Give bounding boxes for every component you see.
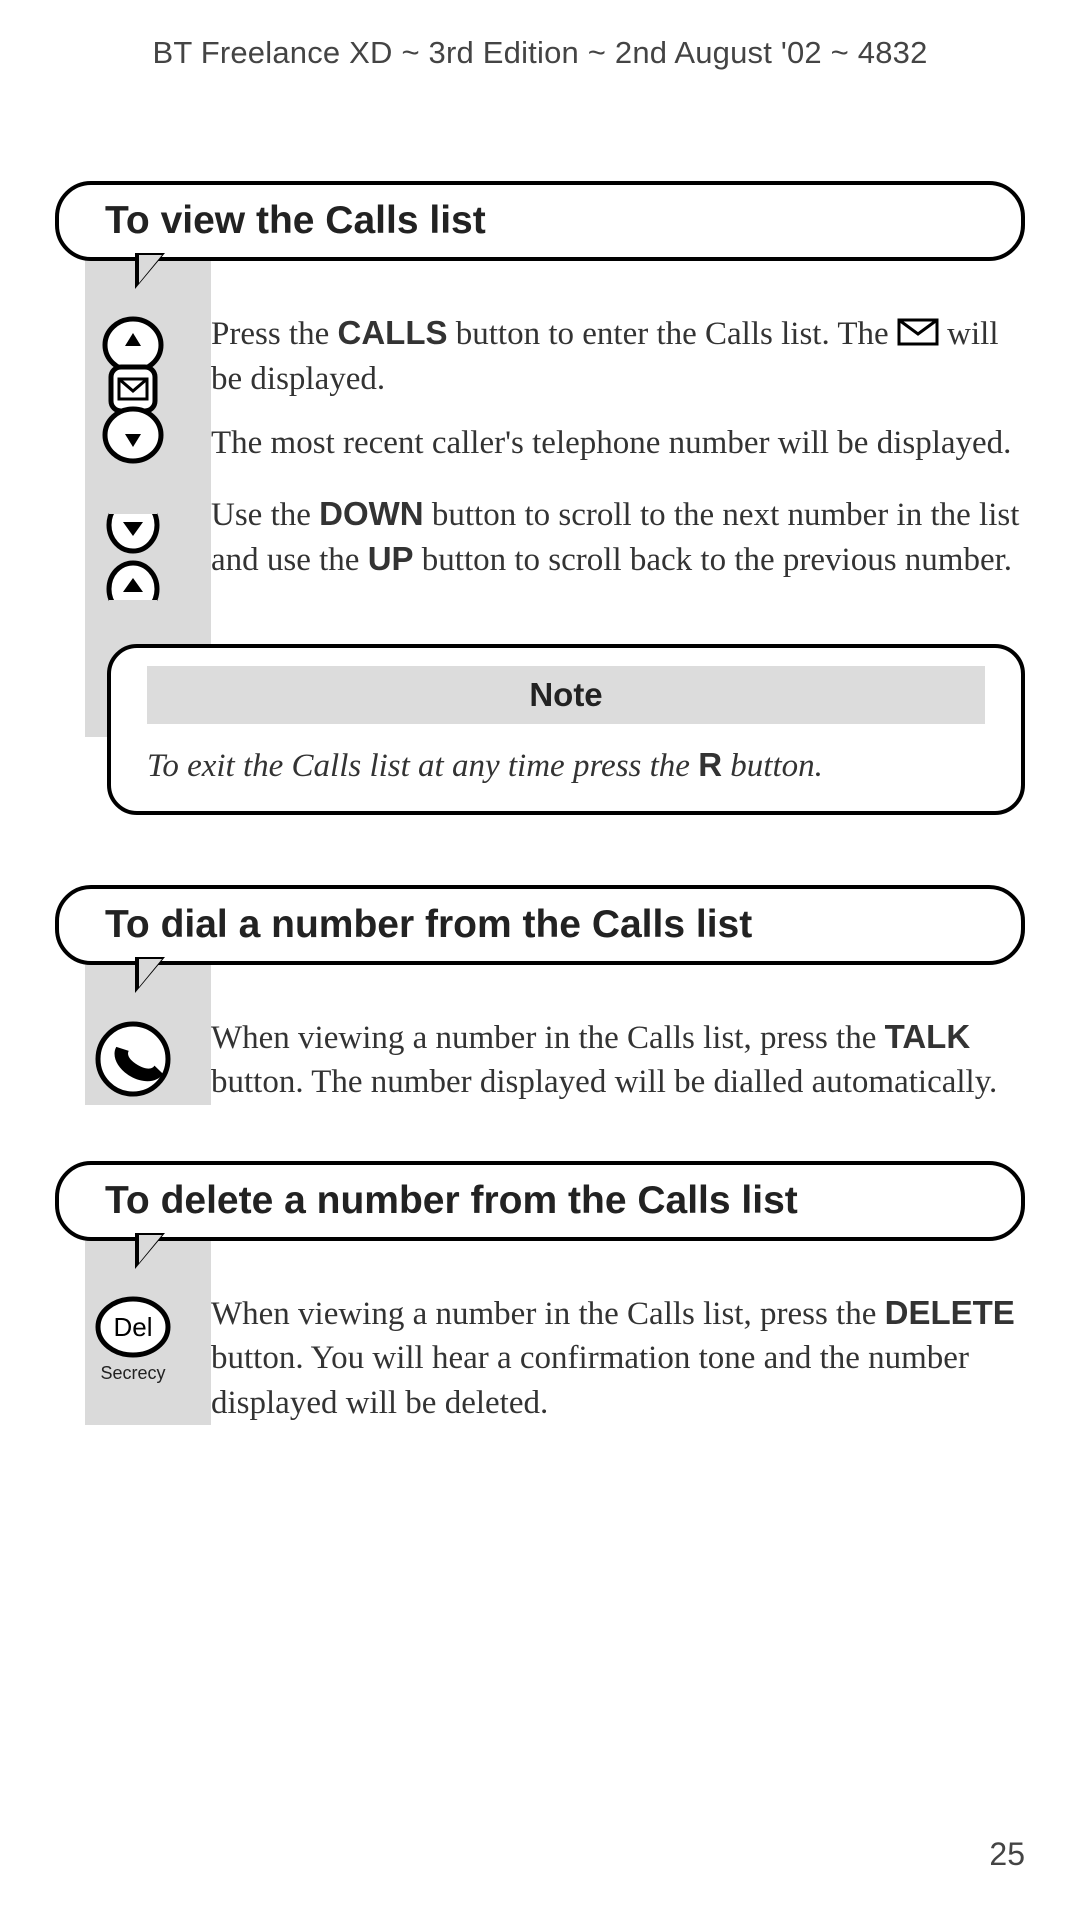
text-fragment: Use the (211, 497, 319, 533)
note-title: Note (147, 666, 985, 724)
section-title-pill: To view the Calls list (55, 181, 1025, 261)
note-wrap: Note To exit the Calls list at any time … (107, 644, 1025, 815)
del-label: Del (113, 1312, 152, 1342)
step-text: Press the CALLS button to enter the Call… (211, 311, 1025, 466)
step-row: Press the CALLS button to enter the Call… (55, 311, 1025, 466)
bold-fragment: DELETE (885, 1294, 1015, 1331)
section-dial: To dial a number from the Calls list Whe… (55, 885, 1025, 1105)
section-delete: To delete a number from the Calls list D… (55, 1161, 1025, 1426)
text-fragment: To exit the Calls list at any time press… (147, 748, 698, 784)
note-text: To exit the Calls list at any time press… (147, 746, 985, 785)
section-title: To dial a number from the Calls list (105, 903, 752, 947)
step-row: Del Secrecy When viewing a number in the… (55, 1291, 1025, 1426)
up-button-icon (104, 560, 162, 618)
step-text: When viewing a number in the Calls list,… (211, 1291, 1025, 1426)
icon-col (55, 492, 211, 618)
section-title-pill: To delete a number from the Calls list (55, 1161, 1025, 1241)
bold-fragment: DOWN (319, 495, 423, 532)
section-title: To delete a number from the Calls list (105, 1179, 798, 1223)
note-box: Note To exit the Calls list at any time … (107, 644, 1025, 815)
text-fragment: button to scroll back to the previous nu… (414, 542, 1012, 578)
bold-fragment: CALLS (338, 314, 448, 351)
text-fragment: button to enter the Calls list. The (448, 316, 897, 352)
envelope-icon (897, 318, 939, 346)
text-fragment: When viewing a number in the Calls list,… (211, 1020, 885, 1056)
talk-phone-icon (93, 1019, 173, 1099)
icon-col (55, 1015, 211, 1099)
down-button-icon (104, 496, 162, 554)
step-text-2: The most recent caller's telephone numbe… (211, 421, 1021, 466)
step-row: When viewing a number in the Calls list,… (55, 1015, 1025, 1105)
title-tab-icon (135, 1233, 165, 1269)
section-body: When viewing a number in the Calls list,… (55, 965, 1025, 1105)
title-tab-icon (135, 253, 165, 289)
section-view-calls: To view the Calls list (55, 181, 1025, 815)
section-title: To view the Calls list (105, 199, 486, 243)
section-body: Press the CALLS button to enter the Call… (55, 261, 1025, 815)
page-header: BT Freelance XD ~ 3rd Edition ~ 2nd Augu… (55, 35, 1025, 71)
icon-col (55, 311, 211, 465)
page-number: 25 (989, 1836, 1025, 1873)
text-fragment: When viewing a number in the Calls list,… (211, 1296, 885, 1332)
secrecy-label: Secrecy (100, 1363, 165, 1384)
icon-col: Del Secrecy (55, 1291, 211, 1384)
step-text: When viewing a number in the Calls list,… (211, 1015, 1025, 1105)
step-row: Use the DOWN button to scroll to the nex… (55, 492, 1025, 618)
title-tab-icon (135, 957, 165, 993)
manual-page: BT Freelance XD ~ 3rd Edition ~ 2nd Augu… (0, 0, 1080, 1918)
step-text: Use the DOWN button to scroll to the nex… (211, 492, 1025, 583)
section-body: Del Secrecy When viewing a number in the… (55, 1241, 1025, 1426)
text-fragment: button. (722, 748, 823, 784)
text-fragment: button. The number displayed will be dia… (211, 1064, 997, 1100)
delete-button-icon: Del (93, 1295, 173, 1359)
bold-fragment: TALK (885, 1018, 971, 1055)
section-title-pill: To dial a number from the Calls list (55, 885, 1025, 965)
bold-fragment: R (698, 746, 722, 783)
bold-fragment: UP (368, 540, 414, 577)
text-fragment: button. You will hear a confirmation ton… (211, 1340, 969, 1421)
text-fragment: Press the (211, 316, 338, 352)
calls-rocker-icon (97, 315, 169, 465)
